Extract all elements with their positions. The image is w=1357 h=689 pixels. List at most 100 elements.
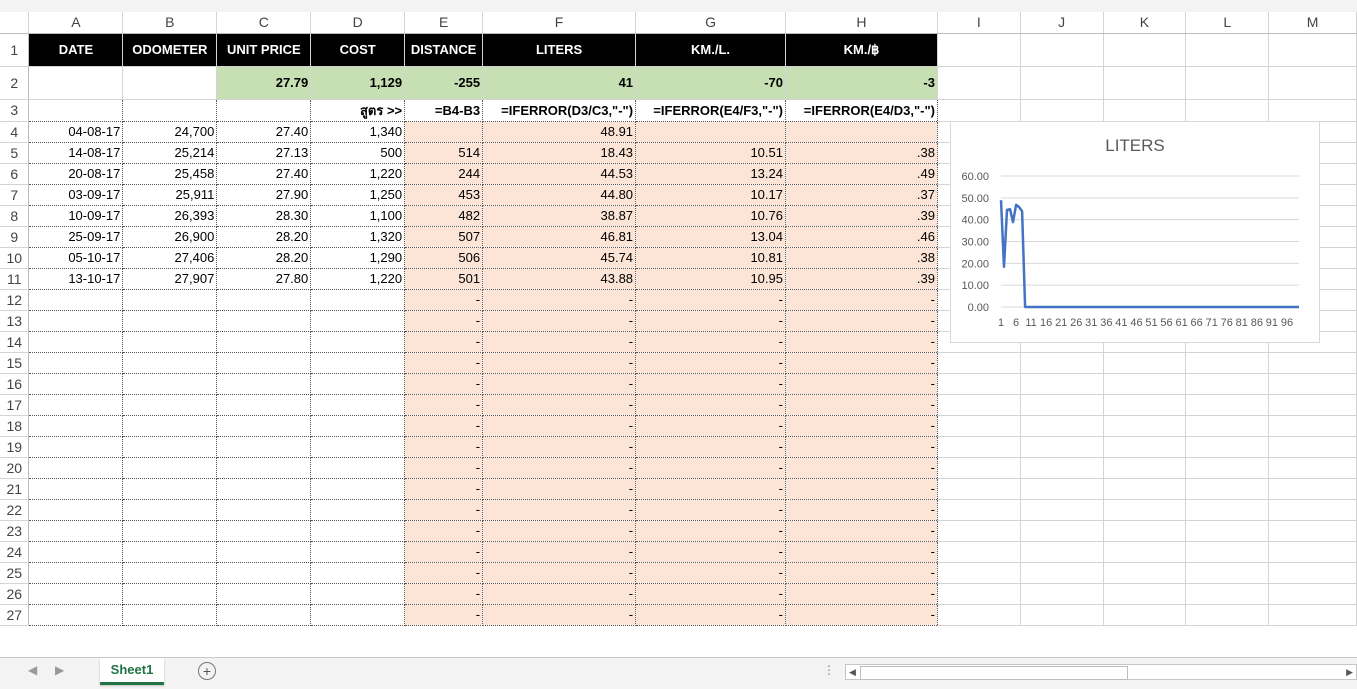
cell-dash[interactable]: - [404, 520, 484, 542]
cell[interactable] [1268, 583, 1357, 605]
formula-liters[interactable]: =IFERROR(D3/C3,"-") [482, 99, 637, 122]
cell-dash[interactable]: - [785, 310, 938, 332]
cell[interactable] [216, 394, 312, 416]
column-header-b[interactable]: B [122, 12, 218, 34]
cell-dash[interactable]: - [482, 562, 637, 584]
cell-dash[interactable]: - [785, 289, 938, 311]
cell-dash[interactable]: - [482, 499, 637, 521]
cell-dash[interactable]: - [785, 499, 938, 521]
row-header[interactable]: 16 [0, 373, 30, 395]
cell-km-per-baht[interactable] [785, 121, 938, 143]
cell[interactable] [1103, 499, 1187, 521]
cell[interactable] [1268, 436, 1357, 458]
cell-cost[interactable]: 1,250 [310, 184, 406, 206]
cell[interactable] [1268, 562, 1357, 584]
tab-scroll-left-icon[interactable]: ◀ [28, 663, 37, 677]
column-header-m[interactable]: M [1268, 12, 1357, 34]
cell-unit-price[interactable]: 27.40 [216, 121, 312, 143]
cell[interactable] [937, 66, 1021, 100]
cell-dash[interactable]: - [785, 478, 938, 500]
cell-dash[interactable]: - [404, 583, 484, 605]
cell-unit-price[interactable]: 27.13 [216, 142, 312, 164]
cell[interactable] [122, 394, 218, 416]
cell[interactable] [1185, 478, 1270, 500]
tab-sheet1[interactable]: Sheet1 [100, 658, 164, 685]
row-header[interactable]: 12 [0, 289, 30, 311]
cell-distance[interactable]: 507 [404, 226, 484, 248]
cell[interactable] [122, 373, 218, 395]
cell-cost[interactable]: 1,340 [310, 121, 406, 143]
cell[interactable] [1185, 373, 1270, 395]
column-header-g[interactable]: G [635, 12, 786, 34]
cell[interactable] [1185, 99, 1270, 122]
cell[interactable] [310, 583, 406, 605]
cell[interactable] [1268, 373, 1357, 395]
cell[interactable] [28, 436, 124, 458]
header-date[interactable]: DATE [28, 33, 124, 67]
cell-date[interactable]: 14-08-17 [28, 142, 124, 164]
column-header-c[interactable]: C [216, 12, 312, 34]
cell[interactable] [310, 604, 406, 626]
cell[interactable] [1103, 415, 1187, 437]
cell[interactable] [1268, 99, 1357, 122]
row-header[interactable]: 5 [0, 142, 30, 164]
row-header[interactable]: 2 [0, 66, 30, 100]
cell[interactable] [122, 352, 218, 374]
cell[interactable] [937, 99, 1021, 122]
cell-dash[interactable]: - [482, 352, 637, 374]
cell[interactable] [1268, 478, 1357, 500]
row-header[interactable]: 10 [0, 247, 30, 269]
cell[interactable] [937, 436, 1021, 458]
cell[interactable] [28, 394, 124, 416]
cell[interactable] [1103, 541, 1187, 563]
cell-odometer[interactable]: 24,700 [122, 121, 218, 143]
cell-cost[interactable]: 1,290 [310, 247, 406, 269]
cell[interactable] [1020, 373, 1104, 395]
cell[interactable] [28, 604, 124, 626]
cell[interactable] [937, 604, 1021, 626]
cell[interactable] [216, 541, 312, 563]
cell[interactable] [1103, 457, 1187, 479]
cell[interactable] [1185, 562, 1270, 584]
cell[interactable] [1103, 436, 1187, 458]
cell[interactable] [122, 541, 218, 563]
cell[interactable] [1185, 415, 1270, 437]
cell[interactable] [1020, 583, 1104, 605]
cell[interactable] [937, 499, 1021, 521]
select-all-corner[interactable] [0, 12, 30, 34]
cell-dash[interactable]: - [785, 583, 938, 605]
cell[interactable] [1185, 541, 1270, 563]
cell[interactable] [122, 99, 218, 122]
column-header-k[interactable]: K [1103, 12, 1187, 34]
row-header[interactable]: 1 [0, 33, 30, 67]
cell[interactable] [1185, 520, 1270, 542]
cell[interactable] [28, 331, 124, 353]
cell[interactable] [937, 562, 1021, 584]
cell-dash[interactable]: - [404, 415, 484, 437]
cell-dash[interactable]: - [635, 457, 786, 479]
cell[interactable] [28, 415, 124, 437]
summary-cost[interactable]: 1,129 [310, 66, 406, 100]
cell[interactable] [216, 604, 312, 626]
cell[interactable] [1268, 541, 1357, 563]
cell[interactable] [310, 331, 406, 353]
cell[interactable] [937, 541, 1021, 563]
cell[interactable] [1185, 33, 1270, 67]
cell[interactable] [122, 457, 218, 479]
cell-dash[interactable]: - [785, 520, 938, 542]
cell-liters[interactable]: 44.53 [482, 163, 637, 185]
column-header-d[interactable]: D [310, 12, 406, 34]
row-header[interactable]: 23 [0, 520, 30, 542]
cell-distance[interactable]: 482 [404, 205, 484, 227]
cell-dash[interactable]: - [404, 331, 484, 353]
cell-cost[interactable]: 500 [310, 142, 406, 164]
cell[interactable] [937, 520, 1021, 542]
cell-date[interactable]: 04-08-17 [28, 121, 124, 143]
cell-date[interactable]: 25-09-17 [28, 226, 124, 248]
cell[interactable] [310, 457, 406, 479]
cell[interactable] [28, 289, 124, 311]
cell-unit-price[interactable]: 28.20 [216, 247, 312, 269]
cell-dash[interactable]: - [635, 352, 786, 374]
header-distance[interactable]: DISTANCE [404, 33, 484, 67]
cell[interactable] [28, 373, 124, 395]
